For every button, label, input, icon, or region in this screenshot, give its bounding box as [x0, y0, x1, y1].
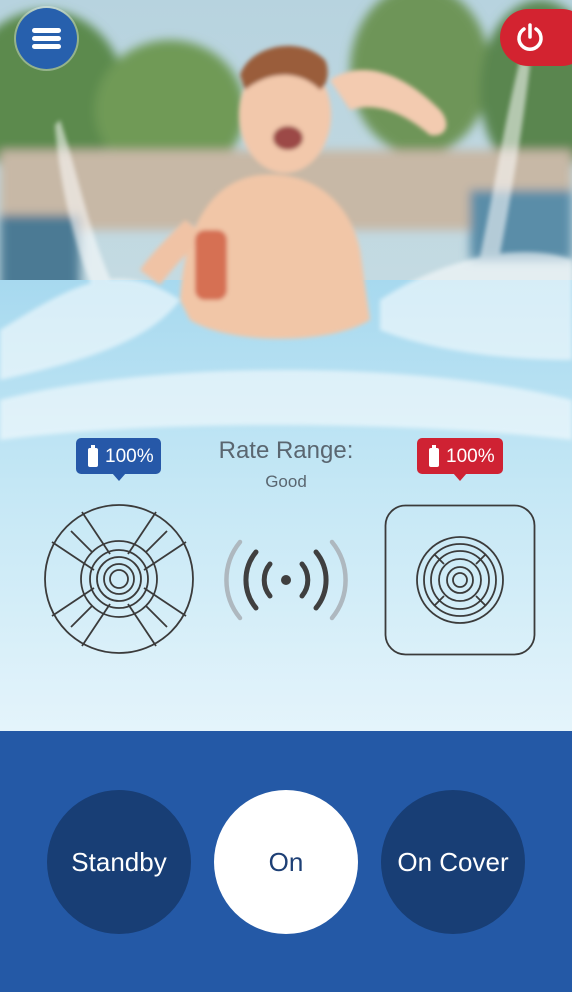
right-battery-level: 100%: [446, 446, 495, 467]
standby-button[interactable]: Standby: [47, 790, 191, 934]
on-cover-button[interactable]: On Cover: [381, 790, 525, 934]
pool-control-screen: 100% 100% Rate Range: Good Standby On On…: [0, 0, 572, 992]
wireless-signal-icon: [224, 539, 348, 621]
square-pool-device-icon[interactable]: [384, 504, 536, 656]
power-icon: [517, 23, 543, 51]
pool-splash-photo: 100% 100% Rate Range: Good: [0, 0, 572, 731]
hamburger-menu-icon: [32, 36, 61, 41]
round-pool-device-icon[interactable]: [42, 502, 196, 656]
on-button[interactable]: On: [214, 790, 358, 934]
hamburger-menu-icon: [32, 44, 61, 49]
left-battery-badge: 100%: [76, 438, 161, 481]
power-button[interactable]: [500, 9, 572, 66]
left-battery-level: 100%: [105, 446, 154, 467]
rate-range-value: Good: [265, 472, 307, 491]
hamburger-menu-icon: [32, 28, 61, 33]
rate-range-label: Rate Range:: [218, 437, 354, 464]
battery-icon: [88, 445, 98, 467]
right-battery-badge: 100%: [417, 438, 503, 481]
menu-button[interactable]: [16, 8, 77, 69]
battery-icon: [429, 445, 439, 467]
